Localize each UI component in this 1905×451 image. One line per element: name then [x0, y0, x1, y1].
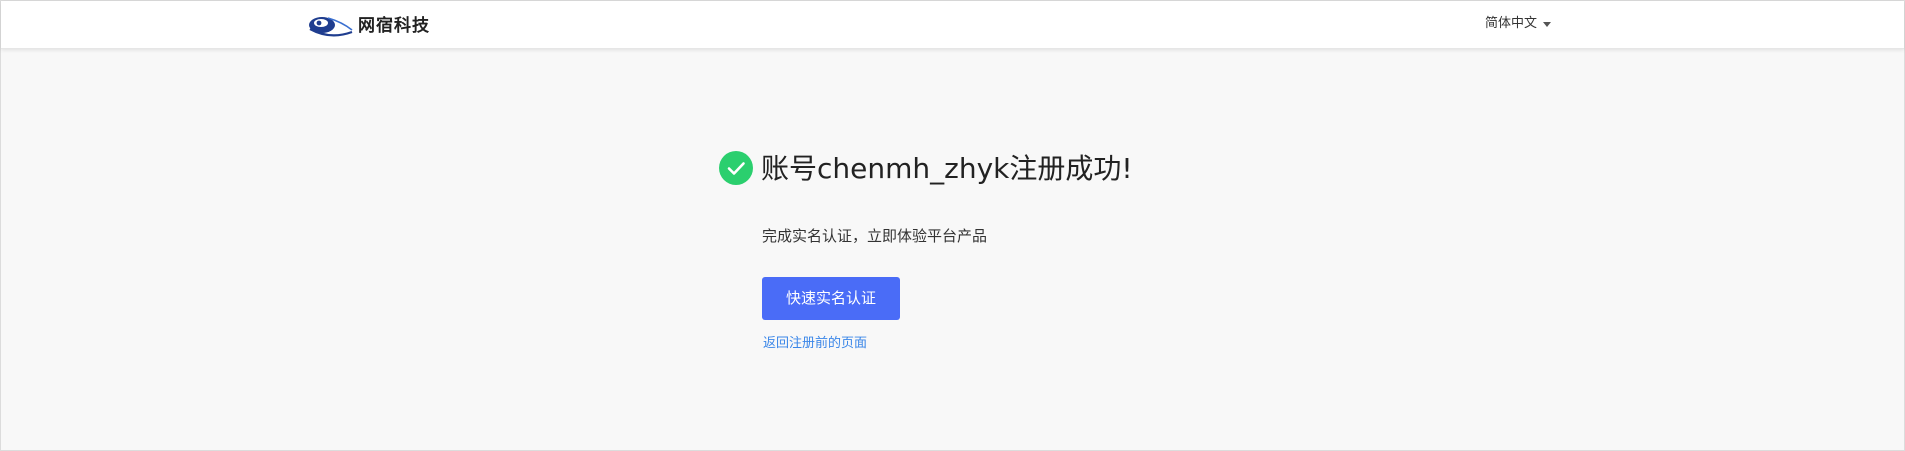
logo-text: 网宿科技 [358, 16, 430, 36]
chevron-down-icon [1543, 21, 1552, 27]
top-header: 网宿科技 简体中文 [1, 1, 1904, 49]
brand-logo[interactable]: 网宿科技 [308, 14, 430, 38]
logo-icon [309, 17, 353, 37]
page-title: 账号chenmh_zhyk注册成功! [761, 152, 1133, 185]
check-circle-icon [719, 151, 753, 185]
page-subtitle: 完成实名认证，立即体验平台产品 [762, 227, 988, 245]
quick-verification-button[interactable]: 快速实名认证 [762, 277, 900, 320]
page-frame: 网宿科技 简体中文 账号chenmh_zhyk注册成功! 完成实名认证，立即体验… [0, 0, 1905, 451]
return-previous-page-link[interactable]: 返回注册前的页面 [763, 335, 867, 353]
language-selector[interactable]: 简体中文 [1485, 15, 1552, 33]
language-label: 简体中文 [1485, 16, 1538, 31]
